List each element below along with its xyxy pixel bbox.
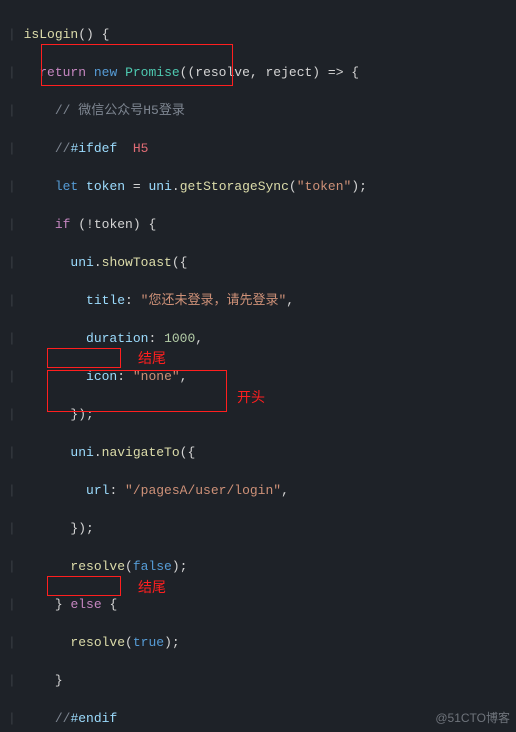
code-line: | resolve(false); bbox=[8, 557, 516, 576]
code-line: | } else { bbox=[8, 595, 516, 614]
code-line: | url: "/pagesA/user/login", bbox=[8, 481, 516, 500]
code-line: | duration: 1000, bbox=[8, 329, 516, 348]
code-editor: | isLogin() { | return new Promise((reso… bbox=[0, 0, 516, 732]
code-line: | }); bbox=[8, 519, 516, 538]
code-line: | icon: "none", bbox=[8, 367, 516, 386]
code-line: | resolve(true); bbox=[8, 633, 516, 652]
code-line: | isLogin() { bbox=[8, 25, 516, 44]
code-line: | if (!token) { bbox=[8, 215, 516, 234]
code-line: | //#ifdef H5 bbox=[8, 139, 516, 158]
code-line: | let token = uni.getStorageSync("token"… bbox=[8, 177, 516, 196]
watermark: @51CTO博客 bbox=[435, 709, 510, 726]
code-line: | }); bbox=[8, 405, 516, 424]
code-line: | return new Promise((resolve, reject) =… bbox=[8, 63, 516, 82]
code-line: | // 微信公众号H5登录 bbox=[8, 101, 516, 120]
code-line: | uni.navigateTo({ bbox=[8, 443, 516, 462]
code-line: | } bbox=[8, 671, 516, 690]
code-line: | title: "您还未登录，请先登录", bbox=[8, 291, 516, 310]
code-line: | uni.showToast({ bbox=[8, 253, 516, 272]
